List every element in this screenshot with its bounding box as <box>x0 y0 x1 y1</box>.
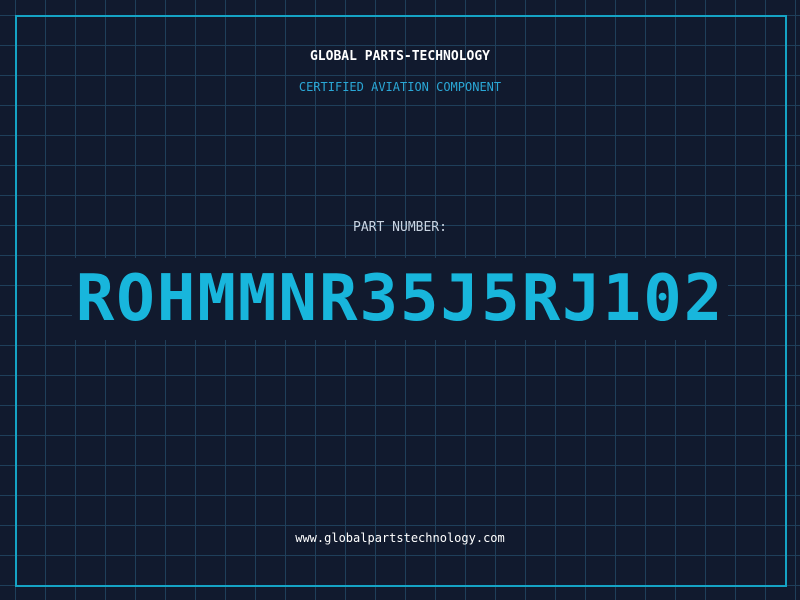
part-number-value: ROHMMNR35J5RJ102 <box>71 258 729 340</box>
tagline: CERTIFIED AVIATION COMPONENT <box>298 80 502 94</box>
part-number-container: ROHMMNR35J5RJ102 <box>0 258 800 340</box>
label-card: GLOBAL PARTS-TECHNOLOGY CERTIFIED AVIATI… <box>0 0 800 600</box>
part-number-label: PART NUMBER: <box>353 220 447 235</box>
company-name: GLOBAL PARTS-TECHNOLOGY <box>309 49 490 64</box>
website-url: www.globalpartstechnology.com <box>295 531 505 545</box>
